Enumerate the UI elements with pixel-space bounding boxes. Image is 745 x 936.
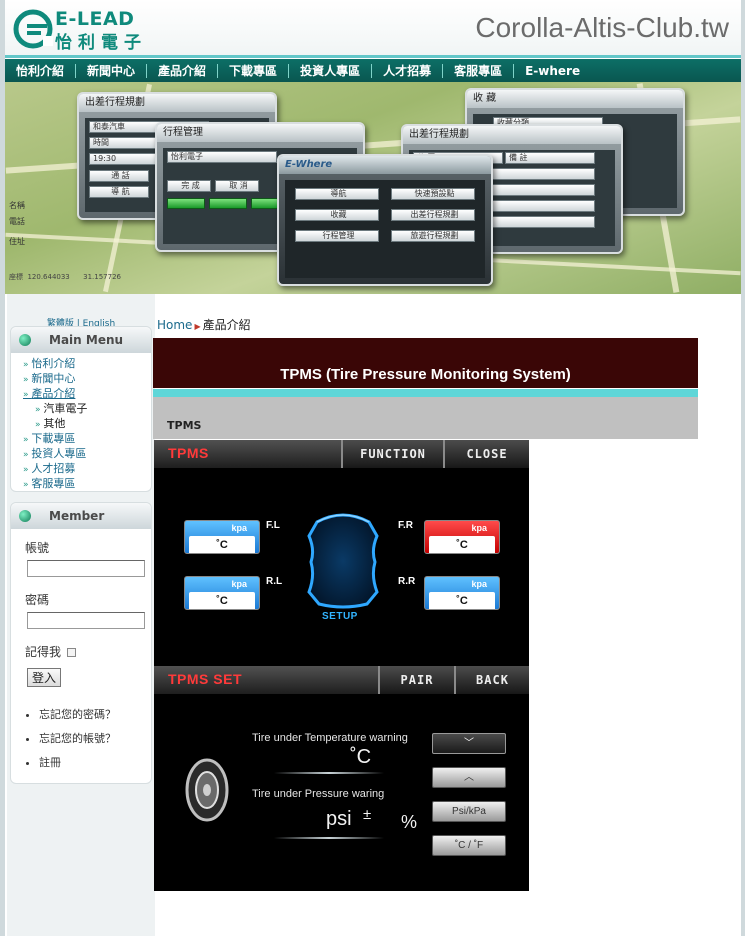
menu-item-news[interactable]: 新聞中心 [23,372,151,387]
coord-label: 座標 120.644033 31.157726 [9,273,121,281]
section-subtitle: TPMS [153,397,698,439]
menu-item-about[interactable]: 怡利介紹 [23,357,151,372]
remember-row: 記得我 [25,643,151,660]
tire-gauge-fr: kpa ˚C [424,520,500,554]
temp-value-line [274,772,384,774]
pressure-value-line [274,837,384,839]
nav-item-downloads[interactable]: 下載專區 [218,63,290,78]
setup-label[interactable]: SETUP [322,611,358,622]
account-links: 忘記您的密碼？ 忘記您的帳號？ 註冊 [11,703,151,775]
pair-button[interactable]: PAIR [378,666,454,694]
main-menu-list: 怡利介紹 新聞中心 產品介紹 汽車電子 其他 下載專區 投資人專區 人才招募 客… [11,353,151,492]
pressure-unit: psi [326,808,352,830]
top-nav: 怡利介紹 新聞中心 產品介紹 下載專區 投資人專區 人才招募 客服專區 E-wh… [5,59,741,82]
site-header: E-LEAD 怡利電子 Corolla-Altis-Club.tw [5,0,741,58]
label-name: 名稱 [9,201,25,210]
menu-item-careers[interactable]: 人才招募 [23,462,151,477]
username-input[interactable] [27,560,145,577]
sidebar: 繁體版 | English Main Menu 怡利介紹 新聞中心 產品介紹 汽… [7,294,155,936]
breadcrumb-arrow-icon: ▶ [194,322,201,331]
temp-unit-button[interactable]: ˚C / ˚F [432,835,506,856]
tpms-set-title: TPMS SET [168,671,243,687]
menu-item-support[interactable]: 客服專區 [23,477,151,492]
main-menu-title: Main Menu [49,333,124,347]
page: E-LEAD 怡利電子 Corolla-Altis-Club.tw 怡利介紹 新… [5,0,741,936]
nav-item-support[interactable]: 客服專區 [443,63,515,78]
menu-item-others[interactable]: 其他 [23,417,151,432]
nav-item-careers[interactable]: 人才招募 [372,63,444,78]
chevron-up-icon: ︿ [464,772,474,783]
psi-kpa-button[interactable]: Psi/kPa [432,801,506,822]
forgot-username-link[interactable]: 忘記您的帳號？ [39,727,151,751]
temp-warning-label: Tire under Temperature warning [252,732,408,744]
menu-item-products[interactable]: 產品介紹 [23,387,151,402]
function-button[interactable]: FUNCTION [341,440,443,468]
tpms-set-header: TPMS SET PAIR BACK [154,666,529,694]
main-menu-box: Main Menu 怡利介紹 新聞中心 產品介紹 汽車電子 其他 下載專區 投資… [10,326,152,492]
nav-item-about[interactable]: 怡利介紹 [5,63,77,78]
up-arrow-button[interactable]: ︿ [432,767,506,788]
hero-banner: 名稱 電話 住址 座標 120.644033 31.157726 出差行程規劃 … [5,82,741,294]
menu-item-downloads[interactable]: 下載專區 [23,432,151,447]
title-divider [153,389,698,397]
tire-pos-fr: F.R [398,520,413,531]
percent-sign: % [401,812,418,832]
login-button[interactable]: 登入 [27,668,61,687]
tpms-screenshot: TPMS FUNCTION CLOSE kpa ˚C F.L kpa ˚C F.… [154,440,529,891]
menu-bullet-icon [19,334,31,346]
password-input[interactable] [27,612,145,629]
label-phone: 電話 [9,217,25,226]
down-arrow-button[interactable]: ﹀ [432,733,506,754]
back-button[interactable]: BACK [454,666,529,694]
nav-item-ewhere[interactable]: E-where [514,64,591,78]
window-ewhere-menu: E-Where 導航 快速預設點 收藏 出差行程規劃 行程管理 旅遊行程規劃 [277,154,493,286]
page-title: TPMS (Tire Pressure Monitoring System) [153,338,698,388]
forgot-password-link[interactable]: 忘記您的密碼？ [39,703,151,727]
tire-gauge-fl: kpa ˚C [184,520,260,554]
label-address: 住址 [9,237,25,246]
member-title: Member [49,509,105,523]
tpms-header-title: TPMS [168,445,209,461]
breadcrumb-home[interactable]: Home [157,318,192,332]
register-link[interactable]: 註冊 [39,751,151,775]
temp-unit: ˚C [350,746,372,768]
tire-icon [185,758,229,822]
pressure-warning-label: Tire under Pressure waring [252,788,385,800]
tire-gauge-rl: kpa ˚C [184,576,260,610]
tpms-header: TPMS FUNCTION CLOSE [154,440,529,468]
chevron-down-icon: ﹀ [464,738,474,749]
tire-gauge-rr: kpa ˚C [424,576,500,610]
remember-label: 記得我 [25,645,62,659]
menu-item-investors[interactable]: 投資人專區 [23,447,151,462]
close-button[interactable]: CLOSE [443,440,529,468]
logo-chinese: 怡利電子 [55,33,147,53]
e-lead-logo-icon [13,9,53,49]
nav-item-news[interactable]: 新聞中心 [76,63,148,78]
member-box: Member 帳號 密碼 記得我 登入 忘記您的密碼？ 忘記您的帳號？ 註冊 [10,502,152,784]
tire-pos-fl: F.L [266,520,280,531]
menu-item-car-electronics[interactable]: 汽車電子 [23,402,151,417]
logo-text: E-LEAD [55,8,135,30]
plus-minus-sign: ± [363,806,372,823]
member-bullet-icon [19,510,31,522]
tire-pos-rr: R.R [398,576,416,587]
nav-item-investors[interactable]: 投資人專區 [289,63,373,78]
breadcrumb: Home ▶ 產品介紹 [157,316,251,333]
remember-checkbox[interactable] [67,648,77,657]
password-label: 密碼 [25,593,50,607]
car-outline-icon[interactable] [297,510,389,610]
breadcrumb-current: 產品介紹 [202,318,251,332]
tire-pos-rl: R.L [266,576,283,587]
username-label: 帳號 [25,541,50,555]
site-title: Corolla-Altis-Club.tw [475,12,729,43]
nav-item-products[interactable]: 產品介紹 [147,63,219,78]
